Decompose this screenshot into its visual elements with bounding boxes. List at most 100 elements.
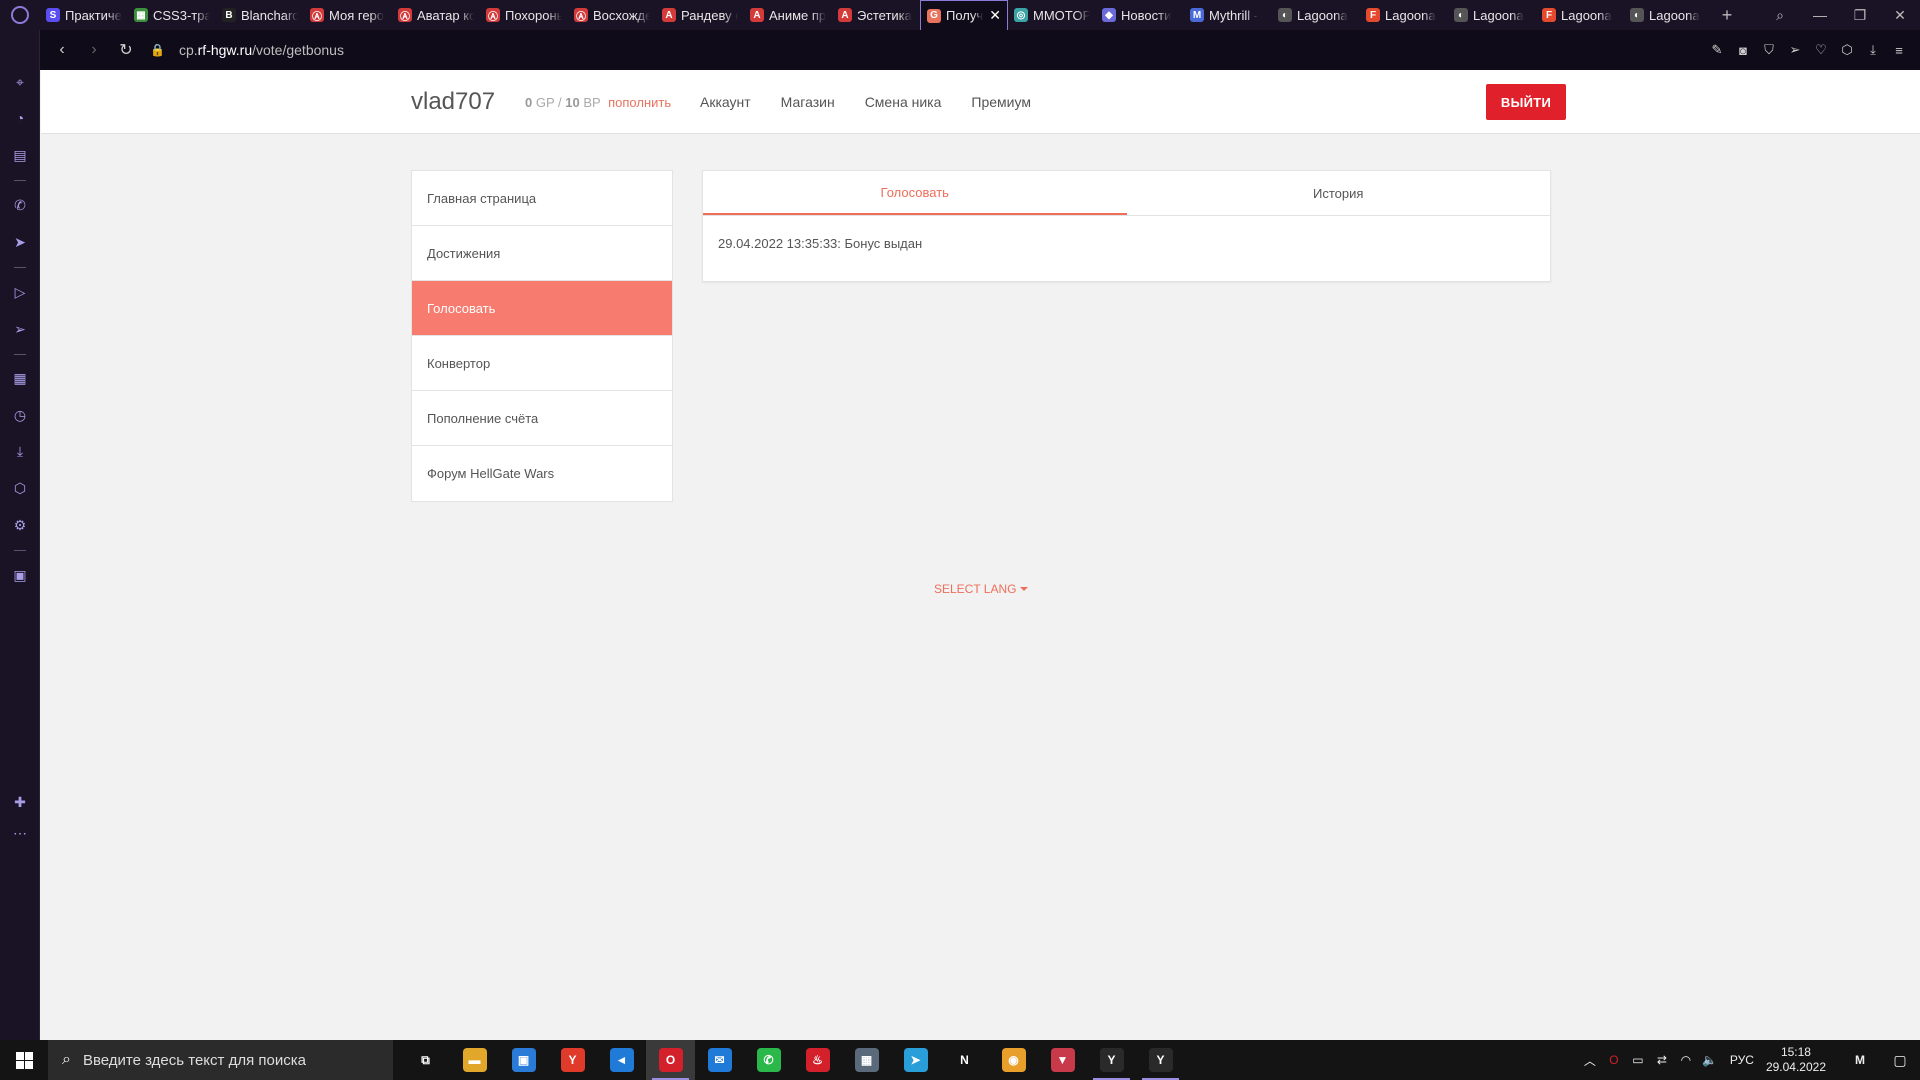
browser-tab[interactable]: ◐ Lagoona	[1624, 0, 1712, 30]
history-icon[interactable]: ◷	[10, 405, 30, 425]
taskbar-app-game-2[interactable]: Y	[1136, 1040, 1185, 1080]
taskbar-app-whatsapp[interactable]: ✆	[744, 1040, 793, 1080]
taskbar-app-game-1[interactable]: Y	[1087, 1040, 1136, 1080]
taskbar-app-task-view[interactable]: ⧉	[401, 1040, 450, 1080]
tabs-icon[interactable]: ▦	[10, 368, 30, 388]
forward-button[interactable]: ›	[78, 34, 110, 66]
browser-tab[interactable]: F Lagoona	[1360, 0, 1448, 30]
topup-link[interactable]: пополнить	[608, 95, 671, 110]
taskbar-app-yandex-browser[interactable]: Y	[548, 1040, 597, 1080]
new-tab-button[interactable]: +	[1712, 5, 1742, 26]
browser-tab[interactable]: A Рандеву с	[656, 0, 744, 30]
browser-tab[interactable]: G Получ ✕	[920, 0, 1008, 30]
heart-icon[interactable]: ♡	[1808, 37, 1834, 63]
taskbar-app-mail[interactable]: ✉	[695, 1040, 744, 1080]
taskbar-app-microsoft-store[interactable]: ▣	[499, 1040, 548, 1080]
opera-tray-icon[interactable]: O	[1602, 1053, 1626, 1067]
taskbar-app-app-triangle[interactable]: ▼	[1038, 1040, 1087, 1080]
browser-tab[interactable]: ◆ Новости	[1096, 0, 1184, 30]
tab-history[interactable]: История	[1127, 171, 1551, 215]
browser-tab[interactable]: ▦ CSS3-тра	[128, 0, 216, 30]
lock-icon: 🔒	[150, 43, 165, 57]
tab-close-icon[interactable]: ✕	[989, 7, 1001, 24]
settings-icon[interactable]: ⚙	[10, 515, 30, 535]
tray-chevron-icon[interactable]: ︿	[1578, 1052, 1602, 1069]
restore-button[interactable]: ❐	[1840, 0, 1880, 30]
browser-tab[interactable]: A Эстетика	[832, 0, 920, 30]
snapshot-icon[interactable]: ◙	[1730, 37, 1756, 63]
taskbar-app-file-explorer[interactable]: ▬	[450, 1040, 499, 1080]
taskbar-app-telegram[interactable]: ➤	[891, 1040, 940, 1080]
shield-icon[interactable]: ⛉	[1756, 37, 1782, 63]
share-icon[interactable]: ✎	[1704, 37, 1730, 63]
back-button[interactable]: ‹	[46, 34, 78, 66]
workspace-icon[interactable]: ✚	[10, 792, 30, 812]
taskbar-app-calculator[interactable]: ▦	[842, 1040, 891, 1080]
menu-item[interactable]: Пополнение счёта	[412, 391, 672, 446]
menu-item[interactable]: Достижения	[412, 226, 672, 281]
browser-tab[interactable]: ◐ Lagoona	[1272, 0, 1360, 30]
browser-tab[interactable]: M Mythrill -	[1184, 0, 1272, 30]
extensions-icon[interactable]: ⬡	[10, 478, 30, 498]
tab-vote[interactable]: Голосовать	[703, 171, 1127, 215]
url-field[interactable]: 🔒 cp. rf-hgw.ru /vote/getbonus	[150, 42, 344, 58]
reload-button[interactable]: ↻	[110, 34, 142, 66]
nav-link[interactable]: Смена ника	[865, 94, 942, 110]
whatsapp-icon[interactable]: ✆	[10, 195, 30, 215]
nav-link[interactable]: Аккаунт	[700, 94, 751, 110]
clock[interactable]: 15:18 29.04.2022	[1766, 1045, 1826, 1075]
browser-tab[interactable]: B Blanchard	[216, 0, 304, 30]
taskbar-app-notion[interactable]: N	[940, 1040, 989, 1080]
speed-dial-icon[interactable]: ◔	[10, 108, 30, 128]
flow-icon[interactable]: ➢	[10, 319, 30, 339]
search-tabs-icon[interactable]: ⌕	[1760, 0, 1800, 30]
browser-tab[interactable]: A Аниме пр	[744, 0, 832, 30]
taskbar-search[interactable]: ⌕ Введите здесь текст для поиска	[48, 1040, 393, 1080]
opera-menu-icon[interactable]	[0, 0, 40, 30]
player-icon[interactable]: ▷	[10, 282, 30, 302]
taskbar-app-app-orange[interactable]: ◉	[989, 1040, 1038, 1080]
minimize-button[interactable]: —	[1800, 0, 1840, 30]
telegram-icon[interactable]: ➤	[10, 232, 30, 252]
volume-icon[interactable]: 🔈	[1698, 1053, 1722, 1067]
nav-link[interactable]: Магазин	[781, 94, 835, 110]
tab-favicon-icon: ◎	[1014, 8, 1028, 22]
download-icon[interactable]: ⤓	[1860, 37, 1886, 63]
wifi-icon[interactable]: ◠	[1674, 1053, 1698, 1067]
cube-icon[interactable]: ⬡	[1834, 37, 1860, 63]
browser-tab[interactable]: Ⓐ Моя геро	[304, 0, 392, 30]
browser-tab[interactable]: Ⓐ Похороны	[480, 0, 568, 30]
menu-item[interactable]: Главная страница	[412, 171, 672, 226]
bag-icon[interactable]: ▤	[10, 145, 30, 165]
tab-favicon-icon: ▦	[134, 8, 148, 22]
easy-setup-icon[interactable]: ≡	[1886, 37, 1912, 63]
start-button[interactable]	[0, 1040, 48, 1080]
gamepad-icon[interactable]: ⌖	[10, 72, 30, 92]
balance-separator: /	[558, 95, 562, 110]
menu-item[interactable]: Конвертор	[412, 336, 672, 391]
browser-tab[interactable]: F Lagoona	[1536, 0, 1624, 30]
browser-tab[interactable]: ◐ Lagoona	[1448, 0, 1536, 30]
taskbar-app-app-red[interactable]: ♨	[793, 1040, 842, 1080]
downloads-icon[interactable]: ⤓	[10, 441, 30, 461]
browser-tab[interactable]: Ⓐ Аватар ко	[392, 0, 480, 30]
logout-button[interactable]: ВЫЙТИ	[1486, 84, 1566, 120]
browser-tab[interactable]: S Практиче	[40, 0, 128, 30]
input-language[interactable]: РУС	[1730, 1053, 1754, 1067]
translate-icon[interactable]: ▣	[10, 565, 30, 585]
more-icon[interactable]: ⋯	[10, 823, 30, 843]
browser-tab[interactable]: Ⓐ Восхожде	[568, 0, 656, 30]
taskbar-app-opera[interactable]: O	[646, 1040, 695, 1080]
taskbar-app-vscode[interactable]: ◄	[597, 1040, 646, 1080]
browser-tab[interactable]: ◎ MMOTOP	[1008, 0, 1096, 30]
sync-icon[interactable]: ⇄	[1650, 1053, 1674, 1067]
nav-link[interactable]: Премиум	[971, 94, 1031, 110]
menu-item[interactable]: Форум HellGate Wars	[412, 446, 672, 501]
battery-icon[interactable]: ▭	[1626, 1053, 1650, 1067]
notifications-icon[interactable]: ▢	[1880, 1052, 1920, 1069]
select-lang-dropdown[interactable]: SELECT LANG	[934, 582, 1029, 596]
close-window-button[interactable]: ✕	[1880, 0, 1920, 30]
menu-item[interactable]: Голосовать	[412, 281, 672, 336]
app-m-icon[interactable]: M	[1840, 1053, 1880, 1067]
send-icon[interactable]: ➢	[1782, 37, 1808, 63]
